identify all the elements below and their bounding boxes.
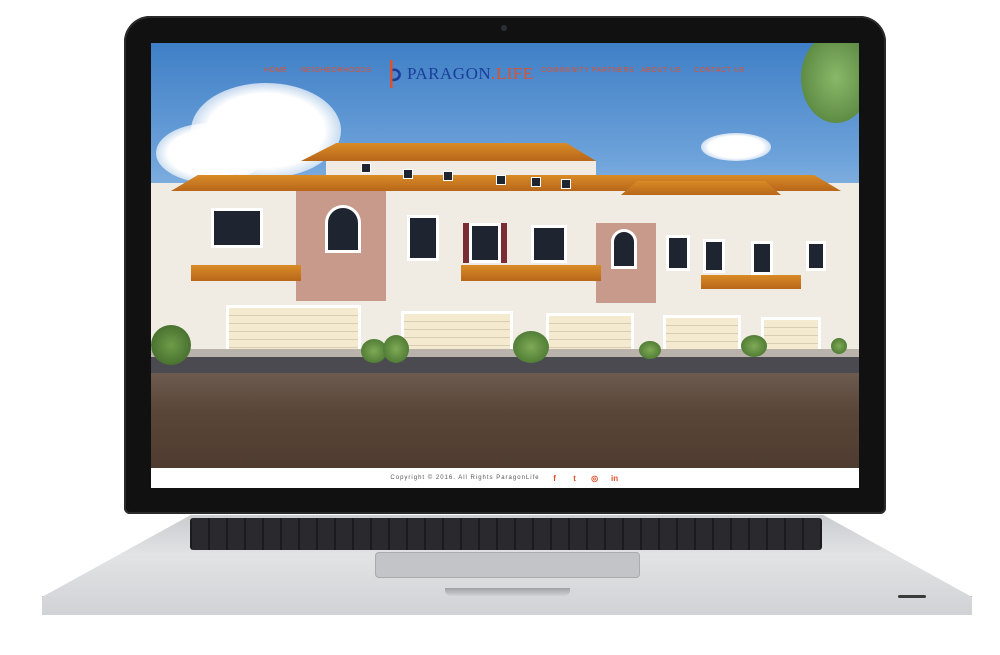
bush — [741, 335, 767, 357]
nav-about-us[interactable]: ABOUT US — [641, 67, 681, 74]
laptop-trackpad — [375, 552, 640, 578]
camera-icon — [501, 25, 507, 31]
facebook-icon[interactable]: f — [550, 474, 560, 483]
roof — [301, 143, 596, 161]
nav-home[interactable]: HOME — [264, 67, 287, 74]
roof — [621, 181, 781, 195]
nav-community-partners[interactable]: COMMUNITY PARTNERS — [541, 67, 634, 74]
laptop-keyboard — [190, 518, 822, 550]
window — [751, 241, 773, 275]
window — [403, 169, 413, 179]
cloud — [156, 123, 266, 183]
logo-text: PARAGON.LIFE — [407, 64, 534, 84]
window — [531, 177, 541, 187]
logo-suffix: LIFE — [495, 64, 534, 83]
window — [806, 241, 826, 271]
window — [703, 239, 725, 273]
mulch-ground — [151, 373, 859, 468]
logo-name: PARAGON — [407, 64, 492, 83]
laptop-open-notch — [445, 588, 570, 596]
window — [211, 208, 263, 248]
bush — [383, 335, 409, 363]
linkedin-icon[interactable]: in — [610, 474, 620, 483]
sleep-indicator-led — [898, 595, 926, 598]
twitter-icon[interactable]: t — [570, 474, 580, 483]
window — [443, 171, 453, 181]
bush — [513, 331, 549, 363]
copyright-text: Copyright © 2016. All Rights ParagonLife — [390, 475, 540, 481]
porch-roof — [191, 265, 301, 281]
window — [611, 229, 637, 269]
nav-contact-us[interactable]: CONTACT US — [694, 67, 745, 74]
porch-roof — [461, 265, 601, 281]
window — [407, 215, 439, 261]
nav-neighborhoods[interactable]: NEIGHBORHOODS — [301, 67, 372, 74]
porch-roof — [701, 275, 801, 289]
agave-plant — [151, 325, 191, 365]
window — [561, 179, 571, 189]
site-footer: Copyright © 2016. All Rights ParagonLife… — [151, 468, 859, 488]
instagram-icon[interactable]: ◎ — [590, 474, 600, 483]
window — [531, 225, 567, 263]
p-logo-mark-icon — [389, 60, 403, 88]
top-navigation: HOME NEIGHBORHOODS PARAGON.LIFE COMMUNIT… — [151, 59, 859, 89]
window — [325, 205, 361, 253]
window — [496, 175, 506, 185]
window — [469, 223, 501, 263]
shutter — [501, 223, 507, 263]
laptop-lid: HOME NEIGHBORHOODS PARAGON.LIFE COMMUNIT… — [124, 16, 886, 514]
bush — [639, 341, 661, 359]
cloud — [701, 133, 771, 161]
website-screen: HOME NEIGHBORHOODS PARAGON.LIFE COMMUNIT… — [151, 43, 859, 488]
window — [361, 163, 371, 173]
bush — [831, 338, 847, 354]
window — [666, 235, 690, 271]
paragon-life-logo[interactable]: PARAGON.LIFE — [389, 59, 534, 89]
